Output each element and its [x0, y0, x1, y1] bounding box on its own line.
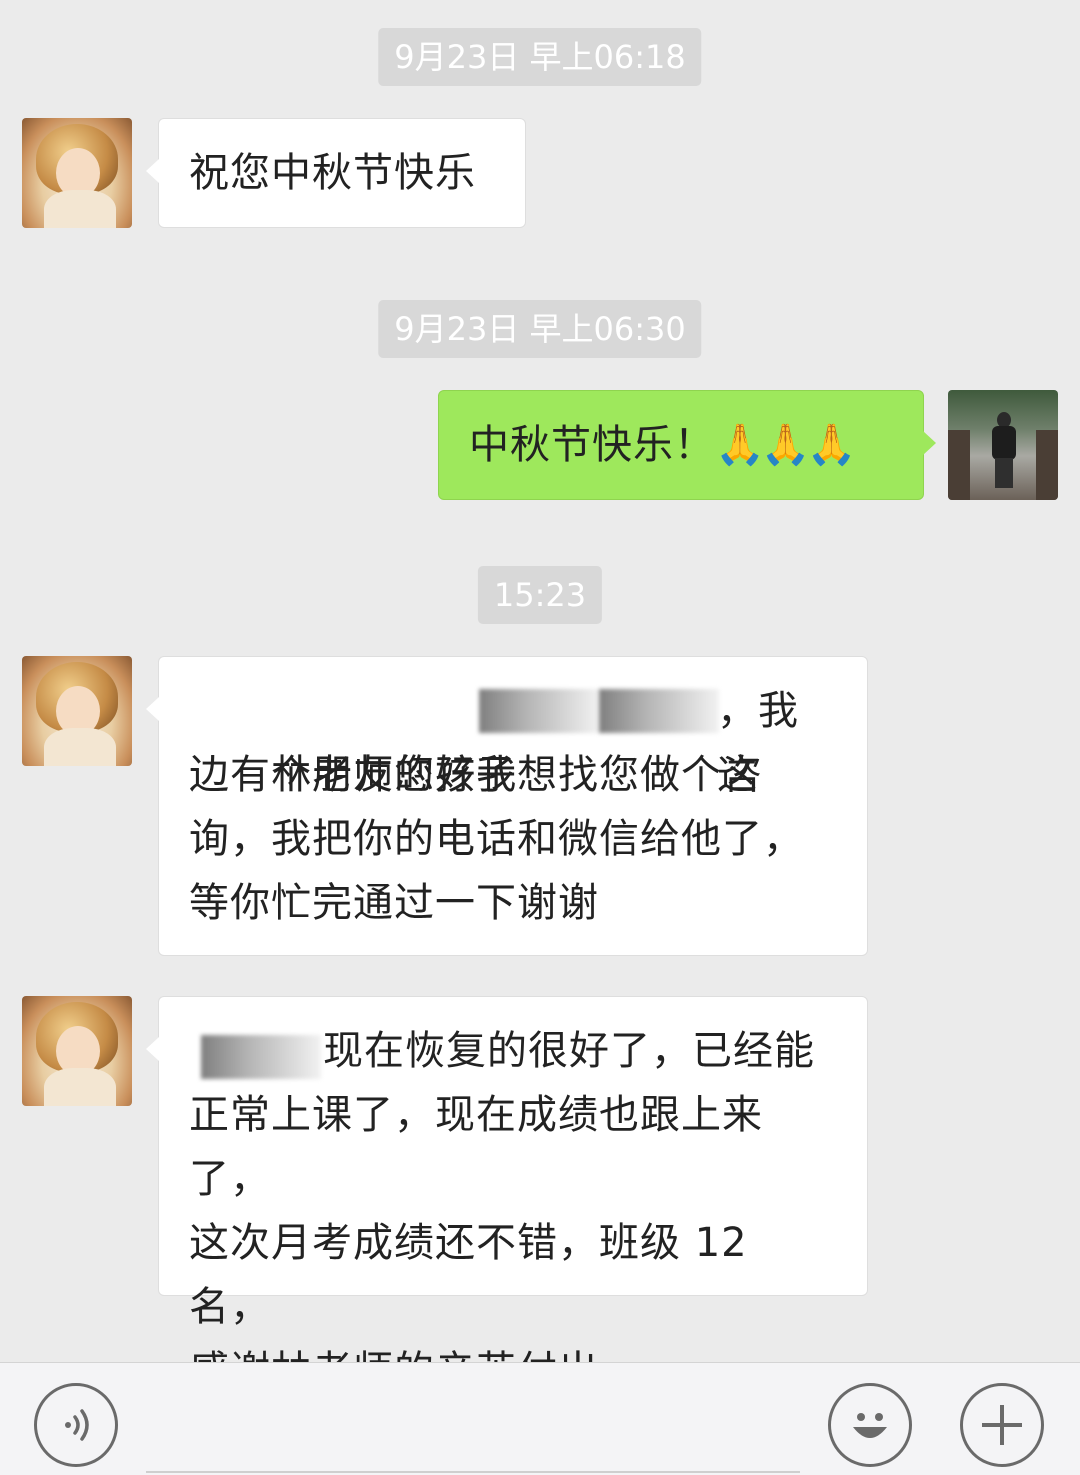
plus-icon [982, 1405, 1022, 1445]
message-bubble-incoming[interactable]: 现在恢复的很好了，已经能 正常上课了，现在成绩也跟上来了， 这次月考成绩还不错，… [146, 996, 868, 1394]
my-avatar[interactable] [948, 390, 1058, 500]
contact-avatar[interactable] [22, 656, 132, 766]
chat-area[interactable]: 9月23日 早上06:18 祝您中秋节快乐 9月23日 早上06:30 中秋节快… [0, 0, 1080, 1394]
emoji-icon [853, 1413, 887, 1438]
redacted-name [599, 689, 719, 733]
message-text: 正常上课了，现在成绩也跟上来了， 这次月考成绩还不错，班级 12 名， 感谢林老… [189, 1092, 763, 1394]
message-text: 林老师您好我 [271, 752, 518, 798]
voice-button[interactable] [34, 1383, 118, 1467]
message-bubble-outgoing[interactable]: 中秋节快乐！🙏🙏🙏 [438, 390, 936, 500]
timestamp: 9月23日 早上06:30 [378, 300, 702, 358]
more-button[interactable] [960, 1383, 1044, 1467]
message-bubble-incoming[interactable]: 林老师您好我 ，我这 边有个朋友的孩子想找您做个咨 询，我把你的电话和微信给他了… [146, 656, 868, 956]
message-input[interactable] [146, 1385, 800, 1473]
folded-hands-emoji: 🙏🙏🙏 [715, 422, 856, 468]
message-text: 现在恢复的很好了，已经能 [323, 1028, 815, 1074]
message-text: 中秋节快乐！ [469, 422, 715, 468]
timestamp: 9月23日 早上06:18 [378, 28, 702, 86]
timestamp: 15:23 [477, 566, 603, 624]
voice-icon [65, 1409, 89, 1441]
emoji-button[interactable] [828, 1383, 912, 1467]
message-bubble-incoming[interactable]: 祝您中秋节快乐 [146, 118, 526, 228]
contact-avatar[interactable] [22, 996, 132, 1106]
input-bar [0, 1362, 1080, 1475]
redacted-name [479, 689, 599, 733]
contact-avatar[interactable] [22, 118, 132, 228]
redacted-name [201, 1035, 321, 1079]
message-text: ，我这 [717, 688, 799, 798]
message-text: 祝您中秋节快乐 [189, 150, 476, 196]
